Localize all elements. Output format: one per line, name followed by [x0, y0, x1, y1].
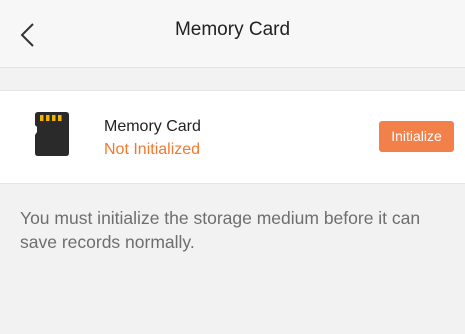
initialize-notice: You must initialize the storage medium b… [20, 208, 421, 252]
memory-card-row: Memory Card Not Initialized Initialize [0, 90, 465, 184]
card-status-label: Not Initialized [104, 141, 201, 158]
initialize-button[interactable]: Initialize [379, 121, 454, 152]
page-title: Memory Card [174, 19, 291, 40]
top-bar: Memory Card [0, 0, 465, 68]
sd-card-icon [35, 112, 69, 156]
card-name-label: Memory Card [104, 118, 201, 135]
